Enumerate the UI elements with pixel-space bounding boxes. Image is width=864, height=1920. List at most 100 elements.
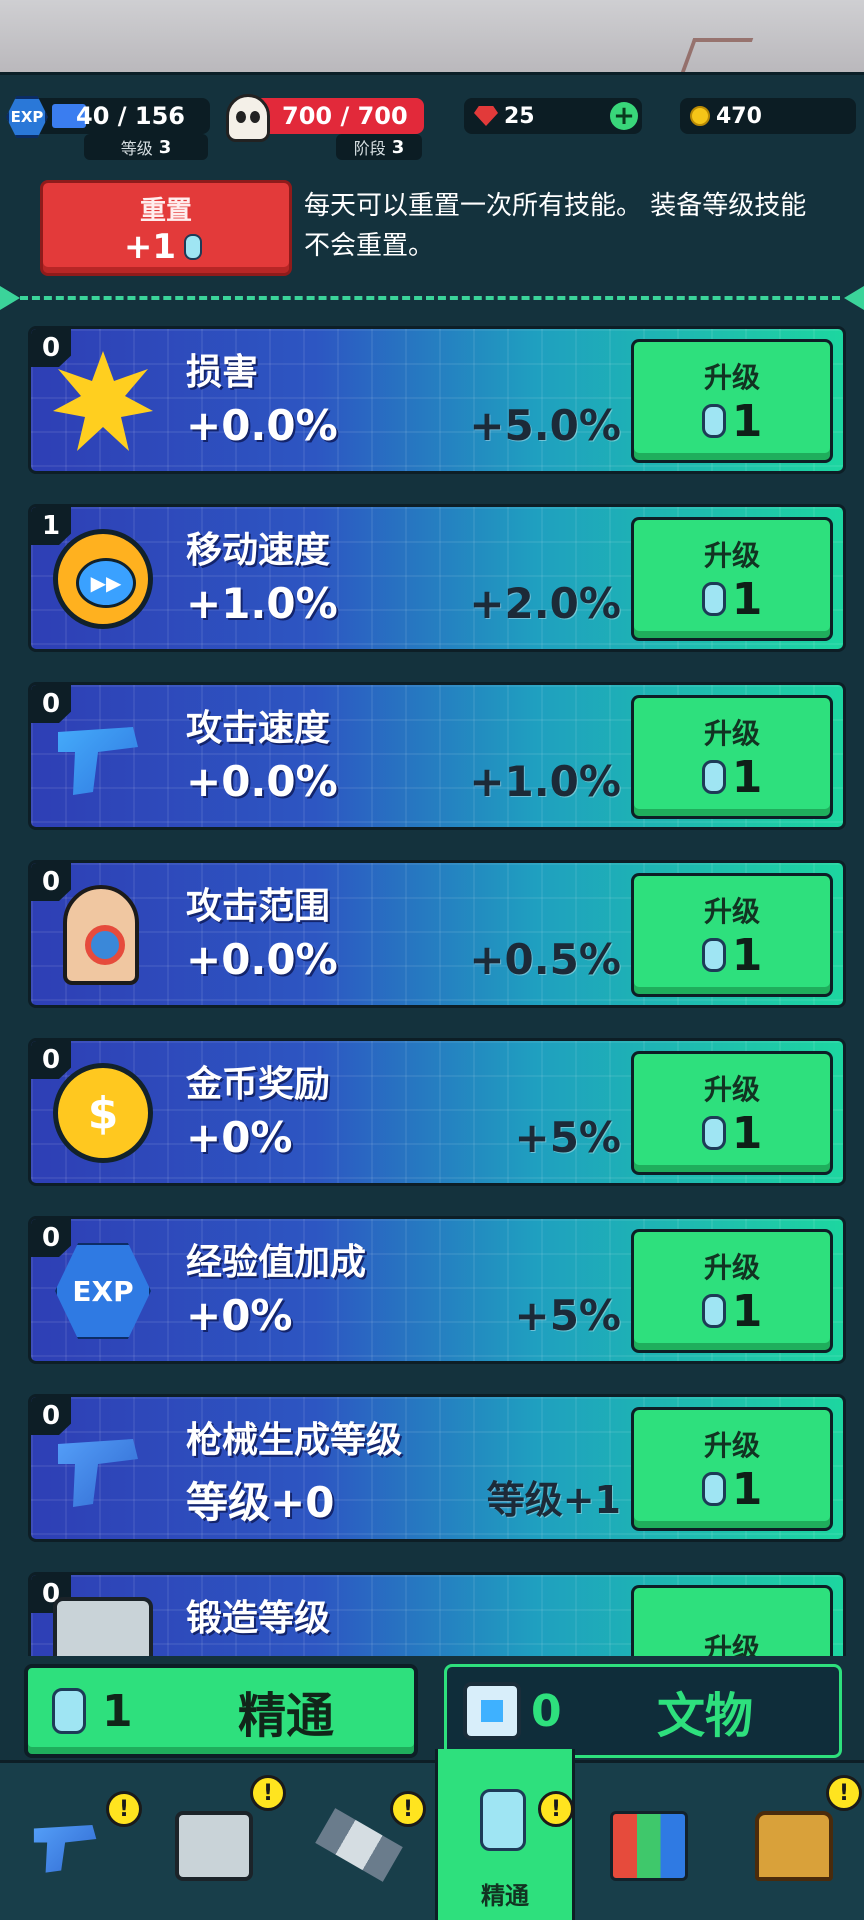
toolbox-icon (175, 1811, 253, 1881)
upgrade-cost-value: 1 (731, 1285, 763, 1337)
skill-next-value: +5% (514, 1291, 622, 1340)
skill-current-value: +1.0% (186, 579, 338, 628)
nav-satellite[interactable] (290, 1763, 430, 1920)
nav-weapons[interactable] (0, 1763, 140, 1920)
upgrade-label: 升级 (703, 894, 760, 928)
forge-alert-badge: ! (250, 1775, 286, 1811)
skill-name: 锻造等级 (186, 1598, 331, 1639)
stage-value: 3 (391, 136, 405, 158)
upgrade-cost: 1 (701, 1107, 763, 1159)
skill-next-value: 等级+1 (486, 1478, 621, 1522)
upgrade-label: 升级 (703, 1632, 760, 1656)
pistol-icon (33, 1825, 97, 1873)
skill-next-value: +0.5% (469, 935, 621, 984)
skill-name: 金币奖励 (186, 1064, 331, 1105)
skill-next-value: +1.0% (469, 757, 621, 806)
exp-badge-icon: EXP (55, 1243, 151, 1339)
nav-mastery[interactable]: 精通 (435, 1749, 575, 1920)
upgrade-label: 升级 (703, 1428, 760, 1462)
upgrade-button[interactable]: 升级 1 (631, 873, 833, 997)
bottom-navigation: 精通 ! ! ! ! ! (0, 1749, 864, 1920)
upgrade-cost: 1 (701, 751, 763, 803)
tab-mastery[interactable]: 1 精通 (24, 1664, 418, 1758)
upgrade-button[interactable]: 升级 1 (631, 695, 833, 819)
coin-counter: 470 (680, 98, 856, 134)
upgrade-button[interactable]: 升级 1 (631, 517, 833, 641)
player-level: 等级 3 (84, 134, 208, 160)
weapons-alert-badge: ! (106, 1791, 142, 1827)
mastery-relic-tabs: 1 精通 0 文物 (24, 1664, 844, 1760)
upgrade-cost-value: 1 (731, 1107, 763, 1159)
skill-current-value: +0% (186, 1113, 293, 1162)
skill-card-damage: 0 损害 +0.0% +5.0% 升级 1 (28, 326, 846, 474)
target-dummy-icon (63, 885, 139, 985)
skill-current-value: +0.0% (186, 401, 338, 450)
health-value: 700 / 700 (282, 102, 408, 130)
health-bar: 700 / 700 (250, 98, 424, 134)
upgrade-button[interactable]: 升级 1 (631, 1229, 833, 1353)
reset-skills-button[interactable]: 重置 +1 (40, 180, 292, 276)
gem-value: 25 (504, 103, 535, 129)
player-level-label: 等级 (120, 139, 153, 158)
upgrade-button[interactable]: 升级 1 (631, 1407, 833, 1531)
upgrade-cost: 1 (701, 1285, 763, 1337)
divider-arrow-left-icon (0, 286, 20, 310)
dashed-divider (20, 296, 840, 300)
skill-next-value: +5.0% (469, 401, 621, 450)
explosion-icon (53, 351, 153, 451)
skill-current-value: +0.0% (186, 935, 338, 984)
dogtag-icon (701, 575, 735, 616)
dollar-coin-icon: $ (53, 1063, 153, 1163)
upgrade-cost-value: 1 (731, 929, 763, 981)
skill-current-value: +0.0% (186, 757, 338, 806)
skill-card-move-speed: 1 移动速度 +1.0% +2.0% 升级 1 (28, 504, 846, 652)
reset-description: 每天可以重置一次所有技能。 装备等级技能不会重置。 (304, 191, 807, 261)
skill-level: 0 (31, 1219, 71, 1257)
stage-label: 阶段 (353, 139, 386, 158)
satellite-icon (315, 1808, 403, 1882)
stopwatch-icon (53, 529, 153, 629)
player-level-value: 3 (158, 136, 172, 158)
upgrade-button[interactable]: 升级 1 (631, 339, 833, 463)
add-gems-button[interactable]: + (610, 102, 638, 130)
toolbox-icon (53, 1597, 153, 1656)
cards-icon (610, 1811, 688, 1881)
divider-arrow-right-icon (844, 286, 864, 310)
dogtag-icon (701, 1109, 735, 1150)
upgrade-button[interactable]: 升级 (631, 1585, 833, 1656)
game-background-strip (0, 0, 864, 78)
dual-pistols-icon (58, 727, 138, 795)
upgrade-cost-value: 1 (731, 751, 763, 803)
chest-alert-badge: ! (826, 1775, 862, 1811)
skill-card-attack-speed: 0 攻击速度 +0.0% +1.0% 升级 1 (28, 682, 846, 830)
upgrade-cost: 1 (701, 1464, 762, 1515)
upgrade-label: 升级 (703, 1072, 760, 1106)
skill-card-coin-bonus: 0 $ 金币奖励 +0% +5% 升级 1 (28, 1038, 846, 1186)
dogtag-icon (701, 931, 735, 972)
skill-list[interactable]: 0 损害 +0.0% +5.0% 升级 1 1 移动速度 +1.0% +2.0%… (28, 326, 846, 1656)
skill-level: 0 (31, 329, 71, 367)
relic-label: 文物 (657, 1688, 754, 1744)
upgrade-label: 升级 (703, 538, 760, 572)
coin-icon (690, 106, 710, 126)
skill-name: 损害 (186, 352, 259, 393)
tab-relic[interactable]: 0 文物 (444, 1664, 842, 1758)
mastery-alert-badge: ! (538, 1791, 574, 1827)
upgrade-label: 升级 (703, 1250, 760, 1284)
relic-count: 0 (531, 1685, 562, 1737)
exp-value: 40 / 156 (76, 102, 185, 130)
skill-level: 0 (31, 685, 71, 723)
skill-next-value: +2.0% (469, 579, 621, 628)
reset-cost-value: +1 (123, 226, 177, 267)
dogtag-icon (52, 1681, 86, 1734)
nav-cards[interactable] (580, 1763, 720, 1920)
skill-level: 0 (31, 863, 71, 901)
satellite-alert-badge: ! (390, 1791, 426, 1827)
upgrade-cost: 1 (701, 929, 763, 981)
dogtag-icon (184, 228, 209, 260)
upgrade-cost: 1 (701, 396, 762, 447)
upgrade-button[interactable]: 升级 1 (631, 1051, 833, 1175)
upgrade-label: 升级 (703, 360, 760, 394)
skull-icon (226, 94, 270, 142)
ruby-icon (474, 106, 498, 126)
